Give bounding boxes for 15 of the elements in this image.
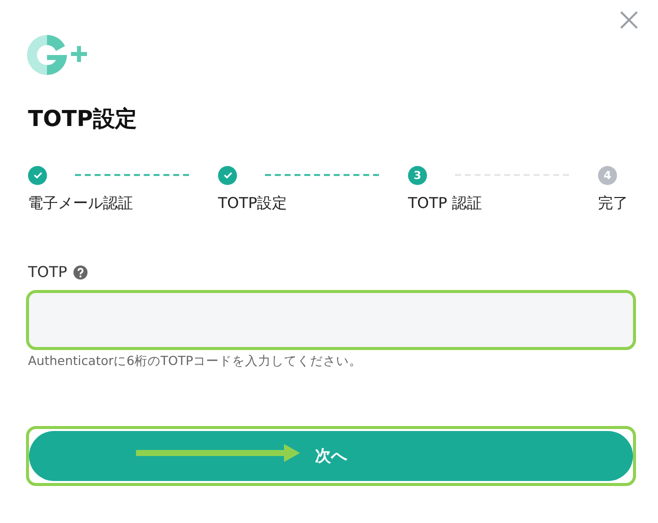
totp-input-field[interactable] bbox=[26, 290, 636, 350]
step-label: 電子メール認証 bbox=[28, 194, 134, 213]
close-button[interactable] bbox=[619, 10, 639, 30]
step-label: TOTP設定 bbox=[218, 194, 288, 213]
step-label: TOTP 認証 bbox=[408, 194, 483, 213]
help-text: Authenticatorに6桁のTOTPコードを入力してください。 bbox=[28, 353, 364, 370]
step-number: 3 bbox=[408, 166, 427, 184]
step-number: 4 bbox=[598, 166, 617, 184]
step-label: 完了 bbox=[598, 194, 628, 213]
page-title: TOTP設定 bbox=[28, 106, 138, 134]
help-icon bbox=[73, 264, 88, 280]
next-button[interactable]: 次へ bbox=[29, 431, 633, 481]
close-icon bbox=[619, 10, 639, 30]
logo-icon bbox=[26, 34, 88, 76]
field-label: TOTP bbox=[28, 263, 68, 281]
